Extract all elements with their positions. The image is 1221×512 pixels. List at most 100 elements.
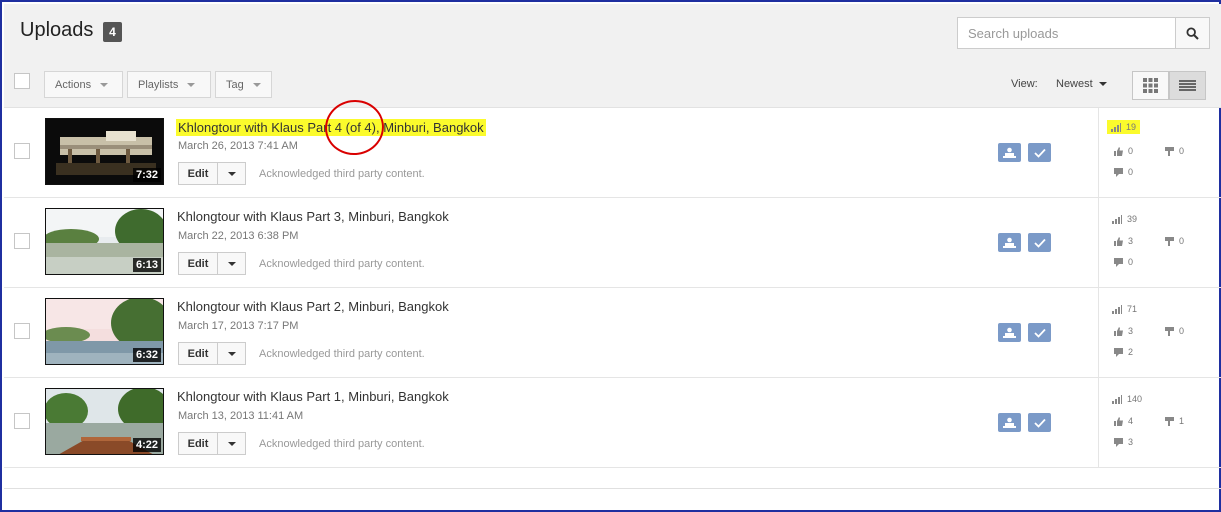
like-count-value: 4 — [1128, 416, 1134, 426]
comment-count-value: 3 — [1128, 437, 1134, 447]
playlists-dropdown[interactable]: Playlists — [127, 71, 211, 98]
dislike-count: 1 — [1165, 416, 1184, 426]
playlists-label: Playlists — [138, 78, 179, 91]
video-row: 4:22 Khlongtour with Klaus Part 1, Minbu… — [4, 378, 1221, 468]
select-all-checkbox[interactable] — [14, 73, 30, 89]
thumbs-up-icon — [1114, 416, 1123, 426]
person-upload-icon — [1003, 237, 1016, 248]
uploads-header: Uploads 4 Actions Playlists Tag View: Ne… — [4, 4, 1221, 108]
dislike-count: 0 — [1165, 146, 1184, 156]
content-claim-notice[interactable]: Acknowledged third party content. — [259, 168, 425, 180]
like-count-value: 3 — [1128, 236, 1134, 246]
thumbs-down-icon — [1165, 416, 1174, 426]
thumbs-down-icon — [1165, 236, 1174, 246]
edit-menu-button[interactable] — [217, 252, 246, 275]
tag-dropdown[interactable]: Tag — [215, 71, 272, 98]
sort-label: Newest — [1056, 78, 1093, 90]
like-count-value: 3 — [1128, 326, 1134, 336]
page-title: Uploads — [20, 19, 94, 41]
edit-menu-button[interactable] — [217, 162, 246, 185]
chevron-down-icon — [252, 82, 261, 87]
video-date: March 13, 2013 11:41 AM — [178, 410, 304, 422]
comment-count-value: 2 — [1128, 347, 1134, 357]
dislike-count: 0 — [1165, 326, 1184, 336]
public-status-button[interactable] — [1028, 413, 1051, 432]
row-checkbox[interactable] — [14, 233, 30, 249]
monetization-button[interactable] — [998, 323, 1021, 342]
monetization-button[interactable] — [998, 233, 1021, 252]
video-date: March 17, 2013 7:17 PM — [178, 320, 299, 332]
thumbs-up-icon — [1114, 236, 1123, 246]
search-icon — [1186, 26, 1199, 40]
like-count: 0 — [1114, 146, 1133, 156]
video-duration: 6:13 — [132, 258, 161, 272]
person-upload-icon — [1003, 147, 1016, 158]
like-count: 3 — [1114, 236, 1133, 246]
comment-count-value: 0 — [1128, 167, 1134, 177]
edit-menu-button[interactable] — [217, 342, 246, 365]
search-input[interactable] — [957, 17, 1176, 49]
view-count-value: 71 — [1127, 304, 1138, 314]
checkmark-icon — [1033, 328, 1046, 338]
video-title-link[interactable]: Khlongtour with Klaus Part 2, Minburi, B… — [177, 299, 449, 314]
video-thumbnail[interactable]: 6:32 — [45, 298, 164, 365]
row-checkbox[interactable] — [14, 413, 30, 429]
actions-dropdown[interactable]: Actions — [44, 71, 123, 98]
comment-icon — [1114, 347, 1123, 357]
content-claim-notice[interactable]: Acknowledged third party content. — [259, 438, 425, 450]
edit-menu-button[interactable] — [217, 432, 246, 455]
bar-chart-icon — [1112, 214, 1122, 224]
grid-view-button[interactable] — [1132, 71, 1169, 100]
comment-count: 0 — [1114, 167, 1133, 177]
chevron-down-icon — [227, 351, 236, 356]
comment-count-value: 0 — [1128, 257, 1134, 267]
video-row: 6:13 Khlongtour with Klaus Part 3, Minbu… — [4, 198, 1221, 288]
video-duration: 7:32 — [132, 168, 161, 182]
view-count-value: 39 — [1127, 214, 1138, 224]
dislike-count-value: 0 — [1179, 236, 1185, 246]
upload-count-badge: 4 — [103, 22, 122, 42]
thumbs-down-icon — [1165, 146, 1174, 156]
chevron-down-icon — [1098, 82, 1107, 86]
edit-button[interactable]: Edit — [178, 432, 218, 455]
chevron-down-icon — [187, 82, 196, 87]
video-title-link[interactable]: Khlongtour with Klaus Part 1, Minburi, B… — [177, 389, 449, 404]
checkmark-icon — [1033, 238, 1046, 248]
video-date: March 22, 2013 6:38 PM — [178, 230, 299, 242]
monetization-button[interactable] — [998, 143, 1021, 162]
video-date: March 26, 2013 7:41 AM — [178, 140, 298, 152]
like-count: 4 — [1114, 416, 1133, 426]
public-status-button[interactable] — [1028, 143, 1051, 162]
bar-chart-icon — [1112, 304, 1122, 314]
view-count: 39 — [1112, 214, 1137, 224]
search-button[interactable] — [1175, 17, 1210, 49]
monetization-button[interactable] — [998, 413, 1021, 432]
edit-button[interactable]: Edit — [178, 252, 218, 275]
public-status-button[interactable] — [1028, 323, 1051, 342]
edit-button[interactable]: Edit — [178, 162, 218, 185]
video-thumbnail[interactable]: 7:32 — [45, 118, 164, 185]
dislike-count: 0 — [1165, 236, 1184, 246]
video-title-link[interactable]: Khlongtour with Klaus Part 3, Minburi, B… — [177, 209, 449, 224]
edit-button[interactable]: Edit — [178, 342, 218, 365]
row-checkbox[interactable] — [14, 323, 30, 339]
comment-count: 3 — [1114, 437, 1133, 447]
tag-label: Tag — [226, 78, 244, 91]
chevron-down-icon — [100, 82, 109, 87]
row-checkbox[interactable] — [14, 143, 30, 159]
footer-divider — [4, 488, 1221, 489]
view-count-value: 140 — [1127, 394, 1143, 404]
public-status-button[interactable] — [1028, 233, 1051, 252]
video-duration: 6:32 — [132, 348, 161, 362]
list-view-button[interactable] — [1169, 71, 1206, 100]
comment-count: 0 — [1114, 257, 1133, 267]
content-claim-notice[interactable]: Acknowledged third party content. — [259, 348, 425, 360]
video-thumbnail[interactable]: 6:13 — [45, 208, 164, 275]
video-thumbnail[interactable]: 4:22 — [45, 388, 164, 455]
person-upload-icon — [1003, 327, 1016, 338]
content-claim-notice[interactable]: Acknowledged third party content. — [259, 258, 425, 270]
view-label: View: — [1011, 78, 1038, 90]
dislike-count-value: 1 — [1179, 416, 1185, 426]
dislike-count-value: 0 — [1179, 326, 1185, 336]
sort-dropdown[interactable]: Newest — [1056, 78, 1107, 90]
